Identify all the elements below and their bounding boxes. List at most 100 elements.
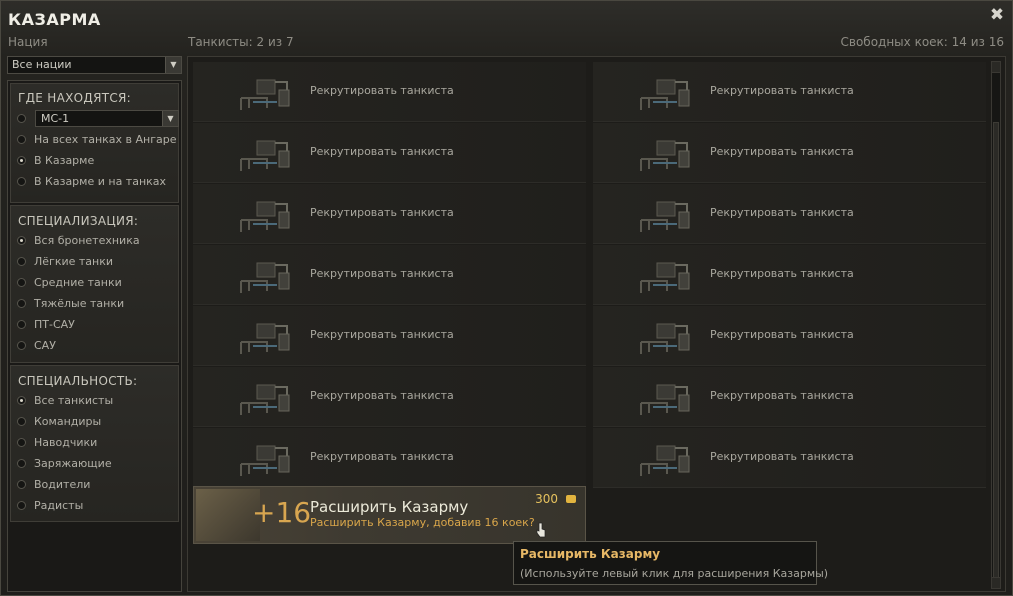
filter-sidebar: ГДЕ НАХОДЯТСЯ: МС-1 ▼ На всех танках в А… xyxy=(7,80,182,592)
recruit-label: Рекрутировать танкиста xyxy=(710,84,854,97)
role-option[interactable]: Командиры xyxy=(17,413,177,431)
tooltip-body: (Используйте левый клик для расширения К… xyxy=(520,567,829,580)
radio-button[interactable] xyxy=(17,459,26,468)
radio-button[interactable] xyxy=(17,501,26,510)
specialization-option[interactable]: Тяжёлые танки xyxy=(17,295,177,313)
scroll-up-button[interactable] xyxy=(992,62,1000,73)
role-filter-group: СПЕЦИАЛЬНОСТЬ: Все танкисты Командиры На… xyxy=(10,365,179,522)
location-option-all-tanks[interactable]: На всех танках в Ангаре xyxy=(17,131,177,149)
radio-button[interactable] xyxy=(17,480,26,489)
gold-coin-icon xyxy=(566,495,576,503)
grid-scrollbar[interactable] xyxy=(991,61,1001,589)
recruit-slot[interactable]: Рекрутировать танкиста xyxy=(193,367,586,427)
expand-barracks-button[interactable]: +16 Расширить Казарму Расширить Казарму,… xyxy=(193,486,586,544)
bunk-bed-icon xyxy=(237,379,307,417)
expand-price: 300 xyxy=(535,492,558,506)
role-option-label: Заряжающие xyxy=(34,457,112,470)
recruit-label: Рекрутировать танкиста xyxy=(710,328,854,341)
nation-label: Нация xyxy=(8,35,48,49)
role-option[interactable]: Радисты xyxy=(17,497,177,515)
scroll-thumb[interactable] xyxy=(993,122,999,578)
recruit-slot[interactable]: Рекрутировать танкиста xyxy=(593,306,986,366)
tankmen-count: Танкисты: 2 из 7 xyxy=(188,35,294,49)
recruit-slot[interactable]: Рекрутировать танкиста xyxy=(593,62,986,122)
bunk-bed-icon xyxy=(637,135,707,173)
vehicle-dropdown[interactable]: МС-1 ▼ xyxy=(35,110,179,127)
location-option-label: В Казарме и на танках xyxy=(34,175,167,188)
recruit-label: Рекрутировать танкиста xyxy=(310,328,454,341)
specialization-filter-group: СПЕЦИАЛИЗАЦИЯ: Вся бронетехника Лёгкие т… xyxy=(10,205,179,363)
role-option[interactable]: Наводчики xyxy=(17,434,177,452)
radio-button-selected[interactable] xyxy=(17,236,26,245)
role-option-label: Водители xyxy=(34,478,91,491)
scroll-down-button[interactable] xyxy=(992,577,1000,588)
role-option-label: Командиры xyxy=(34,415,102,428)
specialization-option-label: Средние танки xyxy=(34,276,122,289)
radio-button[interactable] xyxy=(17,177,26,186)
specialization-option[interactable]: Средние танки xyxy=(17,274,177,292)
radio-button-selected[interactable] xyxy=(17,156,26,165)
radio-button[interactable] xyxy=(17,341,26,350)
role-option-label: Радисты xyxy=(34,499,84,512)
specialization-option[interactable]: ПТ-САУ xyxy=(17,316,177,334)
radio-button[interactable] xyxy=(17,417,26,426)
radio-button[interactable] xyxy=(17,320,26,329)
location-option-vehicle[interactable]: МС-1 ▼ xyxy=(17,110,179,128)
radio-button-selected[interactable] xyxy=(17,396,26,405)
role-option[interactable]: Все танкисты xyxy=(17,392,177,410)
radio-button[interactable] xyxy=(17,299,26,308)
role-option[interactable]: Заряжающие xyxy=(17,455,177,473)
recruit-label: Рекрутировать танкиста xyxy=(310,84,454,97)
recruit-label: Рекрутировать танкиста xyxy=(710,450,854,463)
chevron-down-icon[interactable]: ▼ xyxy=(162,111,178,126)
radio-button[interactable] xyxy=(17,114,26,123)
bunk-bed-icon xyxy=(237,257,307,295)
bunk-bed-icon xyxy=(637,196,707,234)
location-option-label: На всех танках в Ангаре xyxy=(34,133,177,146)
close-icon[interactable]: ✖ xyxy=(990,5,1004,25)
bunk-bed-icon xyxy=(237,440,307,478)
recruit-slot[interactable]: Рекрутировать танкиста xyxy=(193,62,586,122)
location-filter-title: ГДЕ НАХОДЯТСЯ: xyxy=(18,91,131,105)
barracks-grid: Рекрутировать танкиста Рекрутировать танк… xyxy=(187,56,1006,592)
radio-button[interactable] xyxy=(17,438,26,447)
recruit-slot[interactable]: Рекрутировать танкиста xyxy=(593,245,986,305)
recruit-slot[interactable]: Рекрутировать танкиста xyxy=(593,428,986,488)
recruit-label: Рекрутировать танкиста xyxy=(310,206,454,219)
location-filter-group: ГДЕ НАХОДЯТСЯ: МС-1 ▼ На всех танках в А… xyxy=(10,83,179,203)
radio-button[interactable] xyxy=(17,135,26,144)
recruit-slot[interactable]: Рекрутировать танкиста xyxy=(193,245,586,305)
specialization-option[interactable]: САУ xyxy=(17,337,177,355)
recruit-slot[interactable]: Рекрутировать танкиста xyxy=(193,306,586,366)
radio-button[interactable] xyxy=(17,257,26,266)
specialization-option[interactable]: Лёгкие танки xyxy=(17,253,177,271)
recruit-slot[interactable]: Рекрутировать танкиста xyxy=(193,123,586,183)
bunk-bed-icon xyxy=(637,257,707,295)
radio-button[interactable] xyxy=(17,278,26,287)
expand-subtitle: Расширить Казарму, добавив 16 коек? xyxy=(310,516,535,529)
bunk-bed-icon xyxy=(237,135,307,173)
location-option-barracks[interactable]: В Казарме xyxy=(17,152,177,170)
bunk-bed-icon xyxy=(637,379,707,417)
recruit-label: Рекрутировать танкиста xyxy=(710,267,854,280)
specialization-filter-title: СПЕЦИАЛИЗАЦИЯ: xyxy=(18,214,139,228)
recruit-slot[interactable]: Рекрутировать танкиста xyxy=(593,184,986,244)
recruit-label: Рекрутировать танкиста xyxy=(710,389,854,402)
nation-dropdown[interactable]: Все нации ▼ xyxy=(7,56,182,74)
close-button[interactable]: ✖ xyxy=(989,6,1005,24)
recruit-label: Рекрутировать танкиста xyxy=(710,206,854,219)
specialization-option-label: Тяжёлые танки xyxy=(34,297,125,310)
recruit-slot[interactable]: Рекрутировать танкиста xyxy=(593,123,986,183)
recruit-slot[interactable]: Рекрутировать танкиста xyxy=(193,184,586,244)
recruit-slot[interactable]: Рекрутировать танкиста xyxy=(193,428,586,488)
location-option-barracks-and-tanks[interactable]: В Казарме и на танках xyxy=(17,173,177,191)
barracks-window: КАЗАРМА ✖ Нация Танкисты: 2 из 7 Свободн… xyxy=(0,0,1013,596)
recruit-slot[interactable]: Рекрутировать танкиста xyxy=(593,367,986,427)
recruit-label: Рекрутировать танкиста xyxy=(310,145,454,158)
specialization-option-label: ПТ-САУ xyxy=(34,318,75,331)
specialization-option-label: САУ xyxy=(34,339,56,352)
specialization-option[interactable]: Вся бронетехника xyxy=(17,232,177,250)
barracks-image xyxy=(196,489,260,541)
role-option[interactable]: Водители xyxy=(17,476,177,494)
chevron-down-icon[interactable]: ▼ xyxy=(165,57,181,73)
